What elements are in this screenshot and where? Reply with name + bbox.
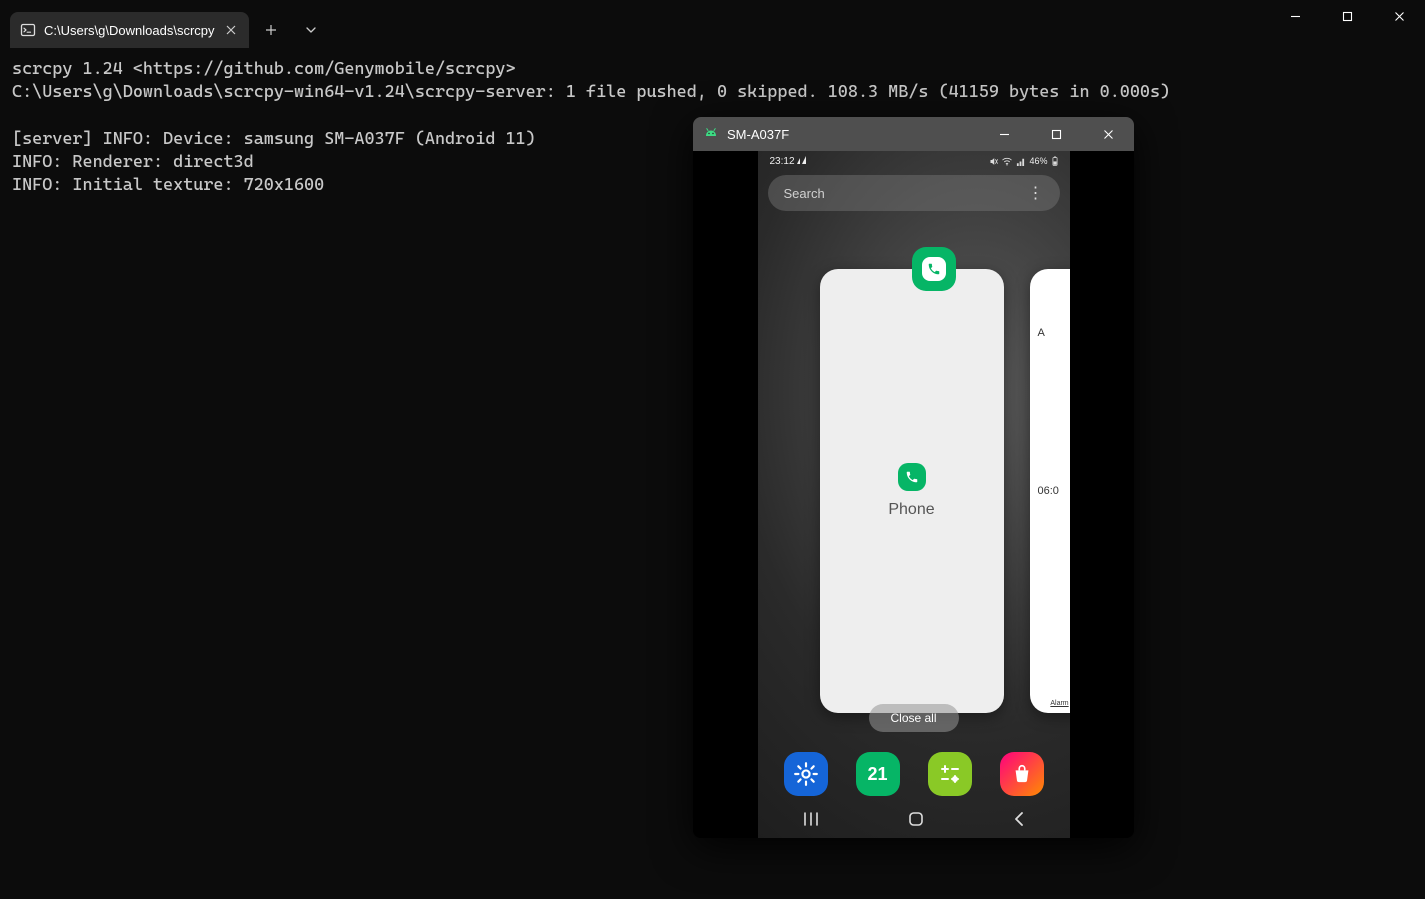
scrcpy-window: SM-A037F 23:12	[693, 117, 1134, 838]
search-bar[interactable]: Search ⋮	[768, 175, 1060, 211]
tabs-area: C:\Users\g\Downloads\scrcpy	[0, 0, 329, 48]
calendar-icon[interactable]: 21	[856, 752, 900, 796]
mute-icon	[989, 157, 998, 166]
nav-recents-icon[interactable]	[802, 812, 820, 826]
tab-terminal[interactable]: C:\Users\g\Downloads\scrcpy	[10, 12, 249, 48]
scrcpy-minimize-button[interactable]	[978, 117, 1030, 151]
store-icon[interactable]	[1000, 752, 1044, 796]
scrcpy-titlebar[interactable]: SM-A037F	[693, 117, 1134, 151]
close-button[interactable]	[1373, 0, 1425, 32]
side-a-label: A	[1038, 327, 1045, 339]
new-tab-button[interactable]	[253, 12, 289, 48]
device-viewport: 23:12 46%	[693, 151, 1134, 838]
recent-app-badge[interactable]	[912, 247, 956, 291]
status-battery: 46%	[1029, 156, 1047, 166]
titlebar: C:\Users\g\Downloads\scrcpy	[0, 0, 1425, 48]
tab-title: C:\Users\g\Downloads\scrcpy	[44, 23, 215, 38]
nav-bar	[758, 800, 1070, 838]
status-notif-icons	[797, 156, 817, 167]
status-bar: 23:12 46%	[758, 151, 1070, 171]
tab-dropdown-button[interactable]	[293, 12, 329, 48]
maximize-button[interactable]	[1321, 0, 1373, 32]
status-time: 23:12	[770, 156, 795, 167]
calculator-icon[interactable]	[928, 752, 972, 796]
wifi-icon	[1002, 157, 1012, 166]
phone-icon	[898, 463, 926, 491]
close-all-label: Close all	[890, 711, 936, 725]
search-placeholder: Search	[784, 186, 825, 201]
android-icon	[703, 126, 719, 142]
signal-icon	[1016, 157, 1025, 166]
recent-app-label: Phone	[888, 501, 934, 519]
scrcpy-title: SM-A037F	[727, 127, 789, 142]
minimize-button[interactable]	[1269, 0, 1321, 32]
battery-icon	[1052, 156, 1058, 166]
terminal-icon	[20, 22, 36, 38]
quick-launch-row: 21	[758, 752, 1070, 796]
nav-back-icon[interactable]	[1013, 811, 1025, 827]
side-time-label: 06:0	[1038, 485, 1059, 497]
nav-home-icon[interactable]	[908, 811, 924, 827]
scrcpy-close-button[interactable]	[1082, 117, 1134, 151]
kebab-menu-icon[interactable]: ⋮	[1028, 183, 1044, 203]
side-alarm-label: Alarm	[1050, 700, 1068, 707]
recent-card-alarm[interactable]: A 06:0 Alarm	[1030, 269, 1070, 713]
window-controls	[1269, 0, 1425, 48]
close-all-button[interactable]: Close all	[868, 704, 958, 732]
calendar-day: 21	[867, 764, 887, 785]
recent-card-phone[interactable]: Phone	[820, 269, 1004, 713]
recents-area[interactable]: Phone A 06:0 Alarm	[758, 241, 1070, 713]
tab-close-button[interactable]	[223, 22, 239, 38]
scrcpy-maximize-button[interactable]	[1030, 117, 1082, 151]
device-screen[interactable]: 23:12 46%	[758, 151, 1070, 838]
phone-icon	[922, 257, 946, 281]
settings-icon[interactable]	[784, 752, 828, 796]
